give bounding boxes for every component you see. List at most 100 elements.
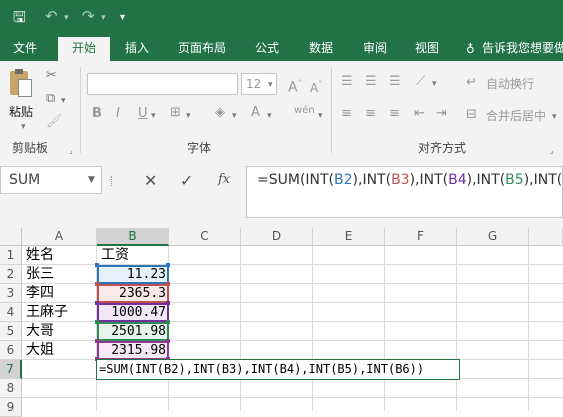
cell-a1[interactable]: 姓名 (26, 246, 54, 265)
cell-b5[interactable]: 2501.98 (97, 322, 166, 341)
wrap-text-icon[interactable]: ↵ (466, 75, 477, 91)
increase-indent-icon[interactable]: ⇥ (436, 106, 447, 122)
fill-color-icon[interactable]: ◈ (215, 105, 225, 121)
enter-icon[interactable]: ✓ (180, 171, 193, 190)
fill-color-dropdown-icon[interactable]: ▾ (232, 108, 237, 124)
merge-dropdown-icon[interactable]: ▾ (552, 109, 557, 125)
alignment-launcher-icon[interactable]: ⌟ (550, 143, 554, 159)
tab-review[interactable]: 审阅 (352, 37, 398, 61)
undo-dropdown-icon[interactable]: ▾ (64, 9, 69, 27)
middle-align-icon[interactable]: ☰ (365, 74, 377, 90)
resize-handle[interactable] (111, 176, 114, 186)
align-right-icon[interactable]: ≡ (389, 106, 400, 122)
row-header-3[interactable]: 3 (0, 284, 22, 303)
borders-icon[interactable]: ⊞ (170, 105, 181, 121)
decrease-font-icon[interactable]: A˅ (310, 77, 322, 96)
save-icon[interactable]: 🖫 (13, 8, 26, 26)
name-box[interactable]: SUM (0, 166, 102, 194)
tab-page-layout[interactable]: 页面布局 (168, 37, 236, 61)
wrap-text-button[interactable]: 自动换行 (486, 75, 534, 92)
cell-a4[interactable]: 王麻子 (26, 303, 68, 322)
undo-icon[interactable]: ↶ (45, 7, 58, 25)
cell-b4[interactable]: 1000.47 (97, 303, 166, 322)
copy-dropdown-icon[interactable]: ▾ (61, 93, 66, 109)
ref-handle[interactable] (166, 263, 170, 267)
row-header-8[interactable]: 8 (0, 379, 22, 398)
orientation-dropdown-icon[interactable]: ▾ (432, 76, 437, 92)
merge-center-button[interactable]: 合并后居中 (486, 107, 546, 124)
ref-handle[interactable] (166, 301, 170, 305)
redo-dropdown-icon[interactable]: ▾ (101, 9, 106, 27)
insert-function-icon[interactable]: fx (218, 172, 230, 187)
name-box-dropdown-icon[interactable]: ▼ (88, 175, 95, 185)
increase-font-icon[interactable]: A˄ (288, 76, 302, 96)
column-header-g[interactable]: G (457, 228, 529, 246)
cell-a3[interactable]: 李四 (26, 284, 54, 303)
cell-b6[interactable]: 2315.98 (97, 341, 166, 360)
tab-view[interactable]: 视图 (404, 37, 450, 61)
bottom-align-icon[interactable]: ☰ (389, 74, 401, 90)
ref-handle[interactable] (166, 282, 170, 286)
column-header-b[interactable]: B (97, 228, 169, 246)
tab-home[interactable]: 开始 (58, 37, 110, 61)
column-header-h[interactable] (529, 228, 563, 246)
cell-a5[interactable]: 大哥 (26, 322, 54, 341)
ref-handle[interactable] (166, 339, 170, 343)
formula-input[interactable]: =SUM(INT(B2),INT(B3),INT(B4),INT(B5),INT… (246, 166, 563, 218)
column-header-c[interactable]: C (169, 228, 241, 246)
tab-insert[interactable]: 插入 (114, 37, 160, 61)
tab-data[interactable]: 数据 (298, 37, 344, 61)
format-painter-icon[interactable]: 🖌 (46, 114, 63, 130)
paste-button[interactable]: 粘贴 (9, 103, 33, 120)
column-header-f[interactable]: F (385, 228, 457, 246)
copy-icon[interactable]: ⧉ (46, 91, 55, 107)
tab-file[interactable]: 文件 (0, 37, 50, 61)
select-all-button[interactable] (0, 228, 22, 246)
underline-dropdown-icon[interactable]: ▾ (151, 108, 156, 124)
italic-icon[interactable]: I (116, 106, 120, 122)
phonetic-guide-icon[interactable]: wén (294, 103, 315, 119)
row-header-1[interactable]: 1 (0, 246, 22, 265)
font-color-dropdown-icon[interactable]: ▾ (267, 108, 272, 124)
cell-b1[interactable]: 工资 (101, 246, 129, 265)
cell-a6[interactable]: 大姐 (26, 341, 54, 360)
align-left-icon[interactable]: ≡ (341, 106, 352, 122)
cell-a2[interactable]: 张三 (26, 265, 54, 284)
borders-dropdown-icon[interactable]: ▾ (186, 108, 191, 124)
orientation-icon[interactable]: ⟋ (416, 74, 425, 90)
row-header-2[interactable]: 2 (0, 265, 22, 284)
row-header-6[interactable]: 6 (0, 341, 22, 360)
font-name-box[interactable] (87, 73, 238, 95)
merge-center-icon[interactable]: ⊟ (466, 107, 477, 123)
top-align-icon[interactable]: ☰ (341, 74, 353, 90)
cell-b2[interactable]: 11.23 (97, 265, 166, 284)
underline-icon[interactable]: U (138, 106, 148, 122)
cancel-icon[interactable]: ✕ (144, 171, 157, 190)
paste-icon[interactable] (8, 69, 34, 99)
phonetic-dropdown-icon[interactable]: ▾ (318, 108, 323, 124)
tell-me-box[interactable]: 告诉我您想要做 (482, 37, 563, 61)
decrease-indent-icon[interactable]: ⇤ (414, 106, 425, 122)
column-header-d[interactable]: D (241, 228, 313, 246)
align-center-icon[interactable]: ≡ (365, 106, 376, 122)
clipboard-launcher-icon[interactable]: ⌟ (69, 143, 73, 159)
ref-handle[interactable] (166, 320, 170, 324)
tab-formulas[interactable]: 公式 (244, 37, 290, 61)
cell-b3[interactable]: 2365.3 (97, 284, 166, 303)
font-size-dropdown-icon[interactable]: ▾ (268, 77, 273, 93)
worksheet-grid[interactable] (0, 228, 563, 411)
row-header-5[interactable]: 5 (0, 322, 22, 341)
column-header-e[interactable]: E (313, 228, 385, 246)
redo-icon[interactable]: ↷ (82, 7, 95, 25)
column-header-a[interactable]: A (22, 228, 97, 246)
paste-dropdown-icon[interactable]: ▾ (21, 119, 26, 135)
row-header-4[interactable]: 4 (0, 303, 22, 322)
cut-icon[interactable]: ✂ (46, 68, 57, 84)
bold-icon[interactable]: B (92, 106, 102, 122)
customize-qat-icon[interactable]: ▾ (120, 9, 125, 27)
row-header-7[interactable]: 7 (0, 360, 22, 379)
font-color-icon[interactable]: A (251, 105, 260, 121)
gridline (384, 246, 385, 411)
row-header-9[interactable]: 9 (0, 398, 22, 417)
cell-b7[interactable]: =SUM(INT(B2),INT(B3),INT(B4),INT(B5),INT… (99, 360, 424, 379)
